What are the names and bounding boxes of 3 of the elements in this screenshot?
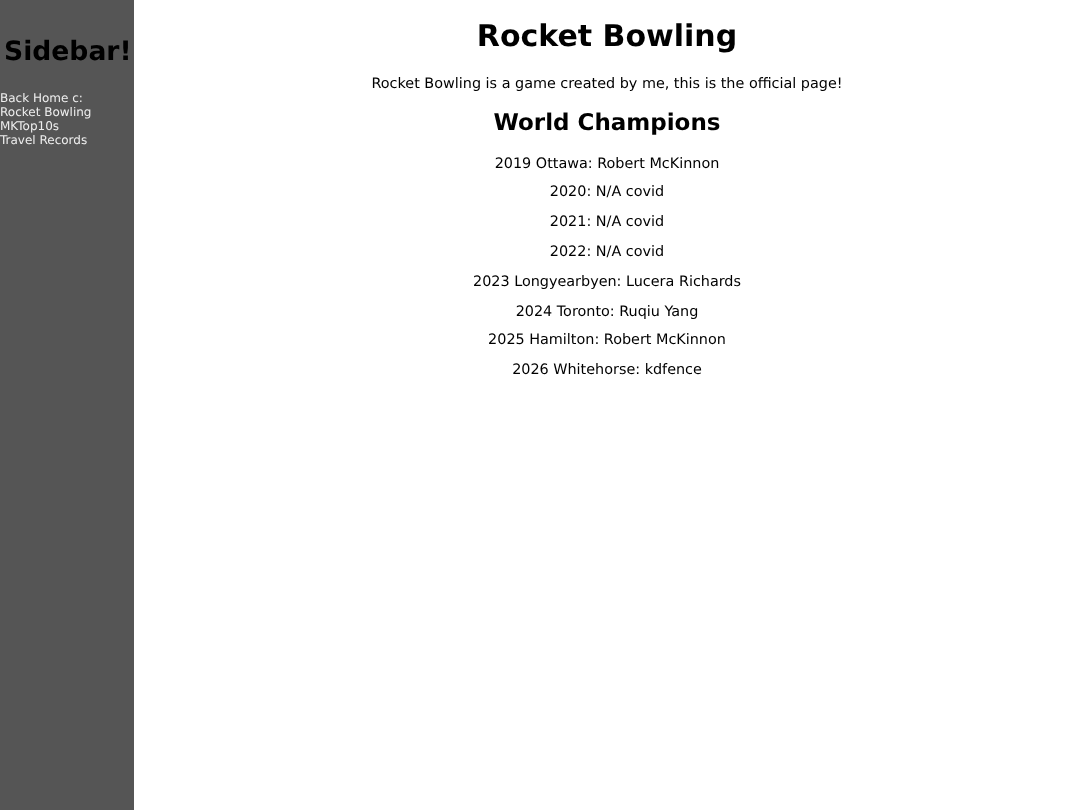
page-title: Rocket Bowling bbox=[474, 18, 740, 54]
section-heading: World Champions bbox=[491, 109, 723, 138]
sidebar-title: Sidebar! bbox=[4, 36, 134, 72]
